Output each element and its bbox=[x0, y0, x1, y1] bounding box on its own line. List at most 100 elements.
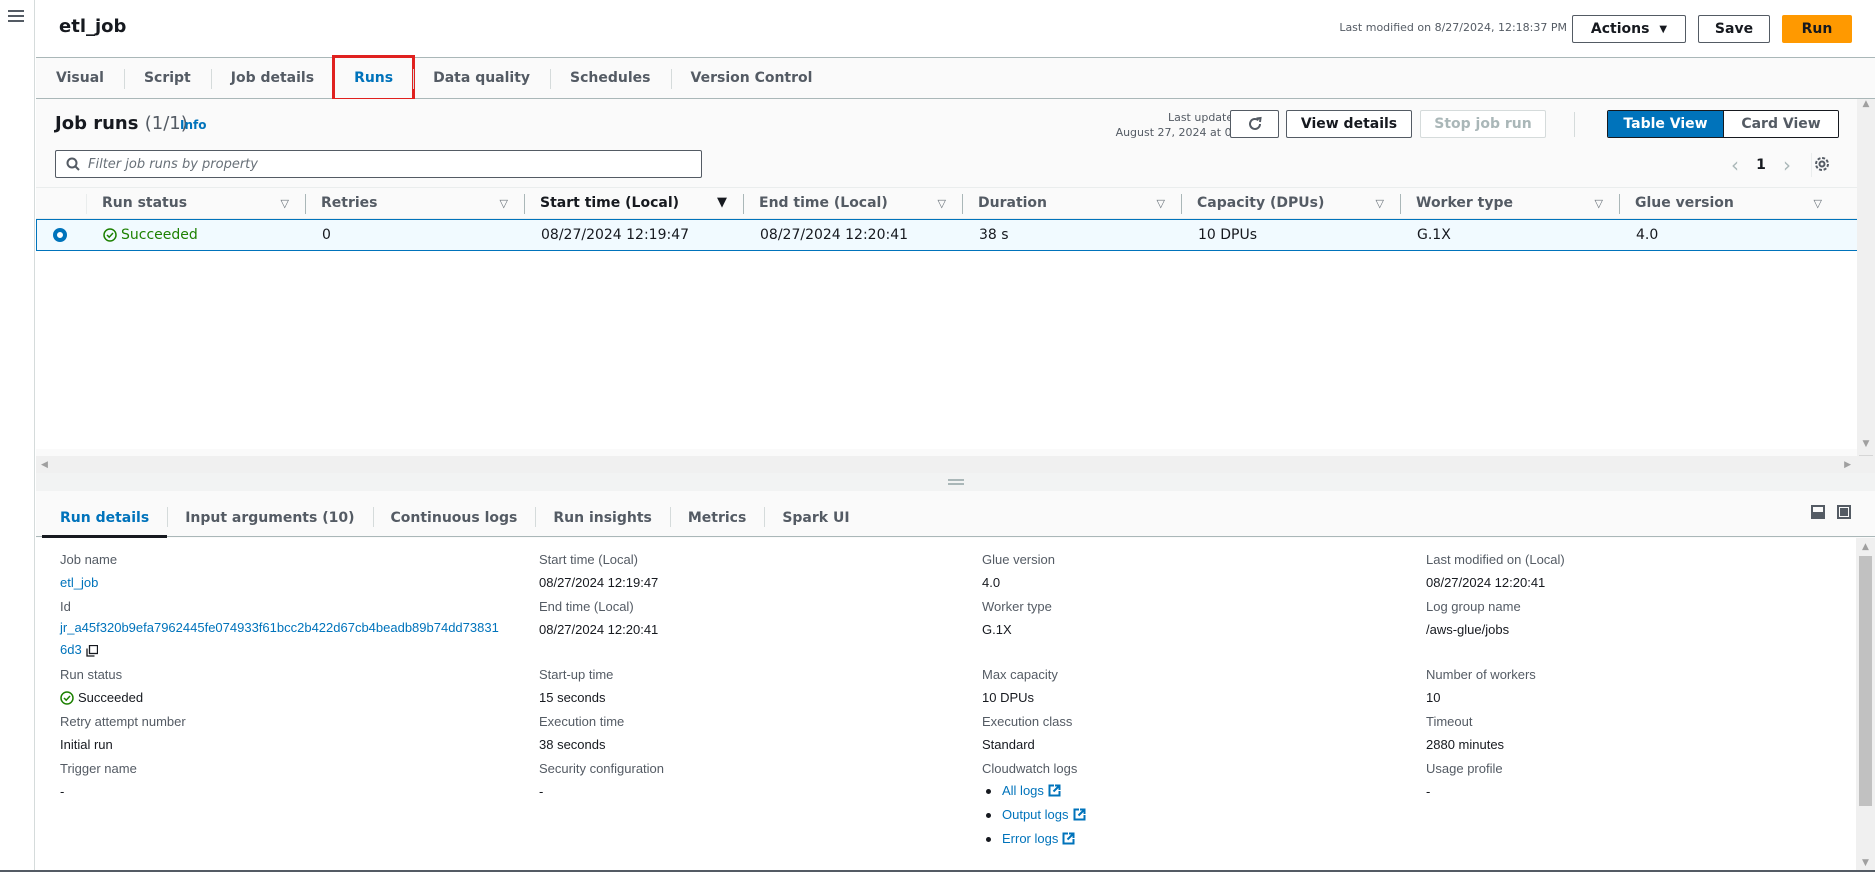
column-label: Run status bbox=[102, 195, 188, 211]
search-icon bbox=[66, 157, 80, 171]
sort-descending-icon[interactable]: ▼ bbox=[717, 195, 727, 210]
details-column-4: Last modified on (Local) 08/27/2024 12:2… bbox=[1426, 549, 1866, 805]
scroll-down-icon[interactable]: ▼ bbox=[1858, 439, 1874, 449]
scroll-right-icon[interactable]: ▶ bbox=[1844, 460, 1851, 470]
status-badge: Succeeded bbox=[103, 227, 198, 243]
job-name-link[interactable]: etl_job bbox=[60, 570, 500, 596]
horizontal-scrollbar[interactable]: ◀ ▶ bbox=[36, 456, 1875, 473]
tab-schedules[interactable]: Schedules bbox=[550, 58, 670, 98]
retries-cell: 0 bbox=[322, 227, 331, 243]
end-time-cell: 08/27/2024 12:20:41 bbox=[760, 227, 909, 243]
tab-job-details[interactable]: Job details bbox=[210, 58, 334, 98]
tab-runs[interactable]: Runs bbox=[332, 55, 416, 101]
view-details-button[interactable]: View details bbox=[1286, 110, 1412, 138]
info-link[interactable]: Info bbox=[180, 118, 206, 132]
external-link-icon[interactable] bbox=[1048, 784, 1061, 797]
sort-icon[interactable]: ▽ bbox=[500, 197, 508, 210]
security-config-value: - bbox=[539, 784, 544, 799]
tab-version-control[interactable]: Version Control bbox=[670, 58, 833, 98]
timeout-label: Timeout bbox=[1426, 714, 1473, 729]
column-header-worker-type[interactable]: Worker type ▽ bbox=[1400, 188, 1619, 218]
column-label: Capacity (DPUs) bbox=[1197, 195, 1325, 211]
run-button[interactable]: Run bbox=[1782, 15, 1852, 43]
column-label: Worker type bbox=[1416, 195, 1514, 211]
tab-data-quality[interactable]: Data quality bbox=[413, 58, 550, 98]
actions-button[interactable]: Actions ▼ bbox=[1572, 15, 1686, 43]
previous-page-icon[interactable]: ‹ bbox=[1721, 153, 1749, 177]
external-link-icon[interactable] bbox=[1073, 808, 1086, 821]
column-header-glue-version[interactable]: Glue version ▽ bbox=[1619, 188, 1838, 218]
tab-input-arguments[interactable]: Input arguments (10) bbox=[167, 500, 372, 536]
cloudwatch-logs-label: Cloudwatch logs bbox=[982, 761, 1078, 776]
all-logs-link[interactable]: All logs bbox=[1002, 783, 1044, 798]
error-logs-link[interactable]: Error logs bbox=[1002, 831, 1058, 846]
menu-icon[interactable] bbox=[8, 10, 24, 24]
scrollbar-thumb[interactable] bbox=[1859, 556, 1872, 806]
run-id-link[interactable]: jr_a45f320b9efa7962445fe074933f61bcc2b42… bbox=[60, 620, 499, 657]
trigger-name-value: - bbox=[60, 784, 65, 799]
page-number[interactable]: 1 bbox=[1749, 157, 1773, 173]
sort-icon[interactable]: ▽ bbox=[938, 197, 946, 210]
tab-continuous-logs[interactable]: Continuous logs bbox=[372, 500, 536, 536]
column-header-duration[interactable]: Duration ▽ bbox=[962, 188, 1181, 218]
sort-icon[interactable]: ▽ bbox=[1814, 197, 1822, 210]
scroll-up-icon[interactable]: ▲ bbox=[1856, 542, 1875, 552]
end-time-label: End time (Local) bbox=[539, 599, 634, 614]
drag-handle-icon[interactable] bbox=[948, 479, 964, 485]
row-select-cell bbox=[37, 220, 87, 250]
column-header-start-time[interactable]: Start time (Local) ▼ bbox=[524, 188, 743, 218]
column-label: End time (Local) bbox=[759, 195, 888, 211]
table-view-button[interactable]: Table View bbox=[1608, 111, 1723, 137]
startup-time-label: Start-up time bbox=[539, 667, 614, 682]
column-header-run-status[interactable]: Run status ▽ bbox=[86, 188, 305, 218]
tab-script[interactable]: Script bbox=[123, 58, 211, 98]
tab-run-details[interactable]: Run details bbox=[42, 500, 168, 538]
usage-profile-label: Usage profile bbox=[1426, 761, 1503, 776]
list-item: Output logs bbox=[982, 803, 1422, 827]
card-view-button[interactable]: Card View bbox=[1723, 111, 1838, 137]
split-panel-icon[interactable] bbox=[1811, 505, 1825, 519]
tab-metrics[interactable]: Metrics bbox=[669, 500, 764, 536]
sort-icon[interactable]: ▽ bbox=[1157, 197, 1165, 210]
copy-icon[interactable] bbox=[86, 644, 98, 657]
worker-type-value: G.1X bbox=[982, 622, 1012, 637]
last-modified-label: Last modified on (Local) bbox=[1426, 552, 1565, 567]
panel-resize-handle[interactable] bbox=[36, 473, 1875, 491]
scroll-down-icon[interactable]: ▼ bbox=[1856, 858, 1875, 868]
row-radio-button[interactable] bbox=[53, 228, 67, 242]
filter-job-runs-input[interactable] bbox=[88, 156, 668, 172]
job-tabs: Visual Script Job details Runs Data qual… bbox=[36, 55, 1875, 101]
log-group-label: Log group name bbox=[1426, 599, 1521, 614]
sort-icon[interactable]: ▽ bbox=[1376, 197, 1384, 210]
column-header-end-time[interactable]: End time (Local) ▽ bbox=[743, 188, 962, 218]
external-link-icon[interactable] bbox=[1062, 832, 1075, 845]
settings-gear-icon[interactable] bbox=[1813, 155, 1831, 177]
save-button[interactable]: Save bbox=[1698, 15, 1770, 43]
details-column-1: Job name etl_job Id jr_a45f320b9efa79624… bbox=[60, 549, 500, 805]
refresh-button[interactable] bbox=[1230, 110, 1279, 138]
tab-visual[interactable]: Visual bbox=[36, 58, 124, 98]
select-column-header bbox=[36, 188, 86, 218]
execution-time-value: 38 seconds bbox=[539, 737, 606, 752]
next-page-icon[interactable]: › bbox=[1773, 153, 1801, 177]
execution-class-label: Execution class bbox=[982, 714, 1073, 729]
sort-icon[interactable]: ▽ bbox=[281, 197, 289, 210]
last-modified-text: Last modified on 8/27/2024, 12:18:37 PM bbox=[1339, 21, 1567, 34]
tab-spark-ui[interactable]: Spark UI bbox=[764, 500, 867, 536]
maximize-panel-icon[interactable] bbox=[1837, 505, 1851, 519]
output-logs-link[interactable]: Output logs bbox=[1002, 807, 1069, 822]
details-scrollbar[interactable]: ▲ ▼ bbox=[1856, 538, 1875, 872]
sort-icon[interactable]: ▽ bbox=[1595, 197, 1603, 210]
scroll-left-icon[interactable]: ◀ bbox=[41, 460, 48, 470]
tab-run-insights[interactable]: Run insights bbox=[535, 500, 670, 536]
vertical-scrollbar[interactable]: ▲ ▼ bbox=[1857, 99, 1875, 473]
column-header-capacity[interactable]: Capacity (DPUs) ▽ bbox=[1181, 188, 1400, 218]
last-modified-value: 08/27/2024 12:20:41 bbox=[1426, 575, 1546, 590]
scroll-up-icon[interactable]: ▲ bbox=[1858, 99, 1874, 115]
column-header-retries[interactable]: Retries ▽ bbox=[305, 188, 524, 218]
worker-type-label: Worker type bbox=[982, 599, 1052, 614]
table-row[interactable]: Succeeded 0 08/27/2024 12:19:47 08/27/20… bbox=[36, 219, 1862, 251]
